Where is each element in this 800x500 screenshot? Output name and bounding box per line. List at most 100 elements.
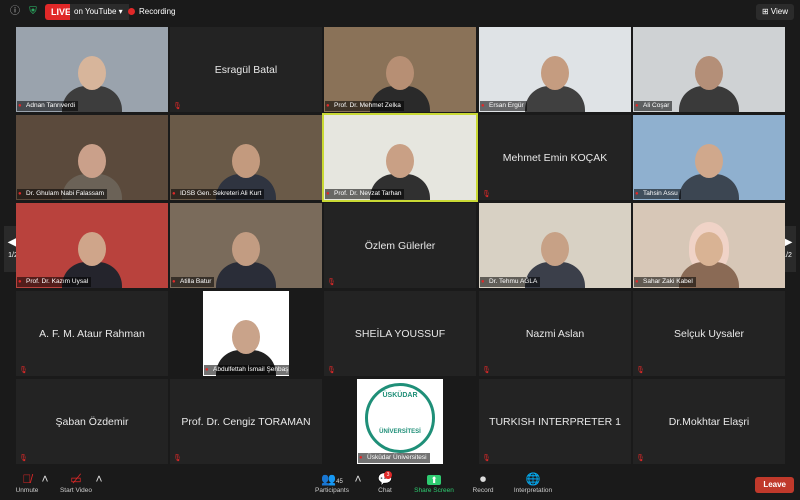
participant-tile[interactable]: A. F. M. Ataur Rahman 🎙 bbox=[16, 291, 168, 376]
unmute-label: Unmute bbox=[15, 487, 39, 494]
participant-tile[interactable]: ● Ersan Ergür bbox=[479, 27, 631, 112]
participant-name: Adnan Tanrıverdi bbox=[26, 102, 76, 109]
youtube-stream-dropdown[interactable]: on YouTube ▾ bbox=[70, 4, 129, 20]
mic-muted-icon: ● bbox=[172, 279, 176, 285]
video-feed bbox=[479, 27, 631, 112]
university-logo: ÜSKÜDAR ÜNİVERSİTESİ bbox=[365, 383, 435, 453]
logo-text-side: ÜNİVERSİTESİ bbox=[379, 429, 421, 435]
participant-tile[interactable]: Dr.Mokhtar Elaşri 🎙 bbox=[633, 379, 785, 464]
recording-label: Recording bbox=[139, 7, 176, 16]
participant-tile[interactable]: Mehmet Emin KOÇAK 🎙 bbox=[479, 115, 631, 200]
participant-name: Ersan Ergür bbox=[489, 102, 524, 109]
participant-tile[interactable]: ● Prof. Dr. Mehmet Zelka bbox=[324, 27, 476, 112]
participant-label: ● Prof. Dr. Nevzat Tarhan bbox=[325, 189, 405, 199]
participant-name: Prof. Dr. Cengiz TORAMAN bbox=[181, 415, 311, 428]
person-head bbox=[386, 144, 414, 178]
mic-muted-icon: ● bbox=[18, 191, 22, 197]
participant-label: ● IDSB Gen. Sekreteri Ali Kurt bbox=[171, 189, 265, 199]
video-feed bbox=[203, 291, 289, 376]
view-button[interactable]: ⊞ View bbox=[755, 4, 794, 20]
participant-tile[interactable]: Nazmi Aslan 🎙 bbox=[479, 291, 631, 376]
mic-muted-icon: ● bbox=[172, 191, 176, 197]
video-feed bbox=[16, 27, 168, 112]
record-label: Record bbox=[472, 487, 494, 494]
participant-name: Sahar Zaki Kabel bbox=[643, 278, 693, 285]
shield-icon[interactable]: ⛨ bbox=[26, 5, 40, 19]
mic-muted-icon: 🎙 bbox=[636, 367, 645, 374]
participant-name: Atilla Batur bbox=[180, 278, 212, 285]
participant-tile[interactable]: ● Prof. Dr. Nevzat Tarhan bbox=[322, 113, 478, 202]
person-head bbox=[541, 56, 569, 90]
participant-name: Üsküdar Üniversitesi bbox=[367, 454, 427, 461]
mic-muted-icon: 🎙̸ bbox=[22, 472, 32, 486]
mic-muted-icon: ● bbox=[18, 279, 22, 285]
mic-muted-icon: 🎙 bbox=[19, 367, 28, 374]
participant-tile[interactable]: ● Ali Coşar bbox=[633, 27, 785, 112]
participant-label: ● Ali Coşar bbox=[634, 101, 673, 111]
leave-button[interactable]: Leave bbox=[755, 477, 794, 493]
mic-muted-icon: 🎙 bbox=[327, 279, 336, 286]
participant-tile[interactable]: Özlem Gülerler 🎙 bbox=[324, 203, 476, 288]
start-video-button[interactable]: ▭̸ Start Video bbox=[55, 471, 97, 494]
participant-tile[interactable]: ● Prof. Dr. Kazım Uysal bbox=[16, 203, 168, 288]
participant-name: Selçuk Uysaler bbox=[673, 327, 745, 340]
participant-name: Mehmet Emin KOÇAK bbox=[502, 151, 608, 164]
participant-name: Dr. Tehmu AĞLA bbox=[489, 278, 538, 285]
participant-label: ● Üsküdar Üniversitesi bbox=[358, 453, 430, 463]
meeting-toolbar: 🎙̸ Unmute ˄ ▭̸ Start Video ˄ 👥45 Partici… bbox=[0, 469, 800, 500]
participant-tile[interactable]: Selçuk Uysaler 🎙 bbox=[633, 291, 785, 376]
mic-muted-icon: ● bbox=[635, 191, 639, 197]
start-video-label: Start Video bbox=[59, 487, 93, 494]
mic-muted-icon: 🎙 bbox=[327, 367, 336, 374]
info-icon[interactable]: ⓘ bbox=[8, 5, 22, 19]
participant-tile[interactable]: ÜSKÜDAR ÜNİVERSİTESİ ● Üsküdar Üniversitesi bbox=[357, 379, 443, 464]
participant-tile[interactable]: ● Atilla Batur bbox=[170, 203, 322, 288]
video-options-caret[interactable]: ˄ bbox=[94, 471, 104, 487]
participant-tile[interactable]: ● Sahar Zaki Kabel bbox=[633, 203, 785, 288]
record-button[interactable]: ⏺ Record bbox=[468, 471, 498, 494]
participant-name: Prof. Dr. Nevzat Tarhan bbox=[334, 190, 402, 197]
participant-name: Esragül Batal bbox=[214, 63, 278, 76]
participant-label: ● Prof. Dr. Kazım Uysal bbox=[17, 277, 92, 287]
participant-tile[interactable]: ● Adnan Tanrıverdi bbox=[16, 27, 168, 112]
participant-tile[interactable]: ● IDSB Gen. Sekreteri Ali Kurt bbox=[170, 115, 322, 200]
mic-muted-icon: 🎙 bbox=[636, 455, 645, 462]
participant-tile[interactable]: SHEİLA YOUSSUF 🎙 bbox=[324, 291, 476, 376]
video-feed bbox=[633, 203, 785, 288]
person-head bbox=[695, 232, 723, 266]
participants-options-caret[interactable]: ˄ bbox=[354, 471, 362, 487]
mic-muted-icon: ● bbox=[18, 103, 22, 109]
person-head bbox=[541, 232, 569, 266]
chat-button[interactable]: 💬 3 Chat bbox=[372, 471, 398, 494]
person-head bbox=[695, 56, 723, 90]
participants-button[interactable]: 👥45 Participants bbox=[310, 471, 354, 494]
chat-label: Chat bbox=[378, 487, 392, 494]
participant-tile[interactable]: ● Abdulfettah İsmail Şenbaş bbox=[203, 291, 289, 376]
participant-name: Abdulfettah İsmail Şenbaş bbox=[213, 366, 289, 373]
participant-name: Özlem Gülerler bbox=[364, 239, 436, 252]
unmute-button[interactable]: 🎙̸ Unmute bbox=[10, 471, 44, 494]
participant-label: ● Abdulfettah İsmail Şenbaş bbox=[204, 365, 289, 375]
share-screen-button[interactable]: ⬆ Share Screen bbox=[410, 471, 458, 494]
participant-tile[interactable]: ● Dr. Tehmu AĞLA bbox=[479, 203, 631, 288]
video-feed bbox=[16, 203, 168, 288]
participant-tile[interactable]: ● Tahsin Assu bbox=[633, 115, 785, 200]
chevron-up-icon: ˄ bbox=[95, 472, 103, 486]
interpretation-button[interactable]: 🌐 Interpretation bbox=[508, 471, 558, 494]
participant-tile[interactable]: ● Dr. Ghulam Nabi Falassam bbox=[16, 115, 168, 200]
mic-muted-icon: ● bbox=[326, 103, 330, 109]
mic-muted-icon: 🎙 bbox=[173, 455, 182, 462]
video-feed bbox=[633, 115, 785, 200]
recording-indicator[interactable]: Recording bbox=[128, 4, 175, 20]
participant-tile[interactable]: TURKISH INTERPRETER 1 🎙 bbox=[479, 379, 631, 464]
video-feed bbox=[633, 27, 785, 112]
participant-tile[interactable]: Esragül Batal 🎙 bbox=[170, 27, 322, 112]
person-head bbox=[386, 56, 414, 90]
audio-options-caret[interactable]: ˄ bbox=[40, 471, 50, 487]
participant-tile[interactable]: Prof. Dr. Cengiz TORAMAN 🎙 bbox=[170, 379, 322, 464]
participant-name: A. F. M. Ataur Rahman bbox=[39, 327, 145, 340]
view-label: View bbox=[770, 7, 788, 16]
participants-icon: 👥45 bbox=[321, 472, 343, 486]
participant-tile[interactable]: Şaban Özdemir 🎙 bbox=[16, 379, 168, 464]
participant-label: ● Adnan Tanrıverdi bbox=[17, 101, 79, 111]
